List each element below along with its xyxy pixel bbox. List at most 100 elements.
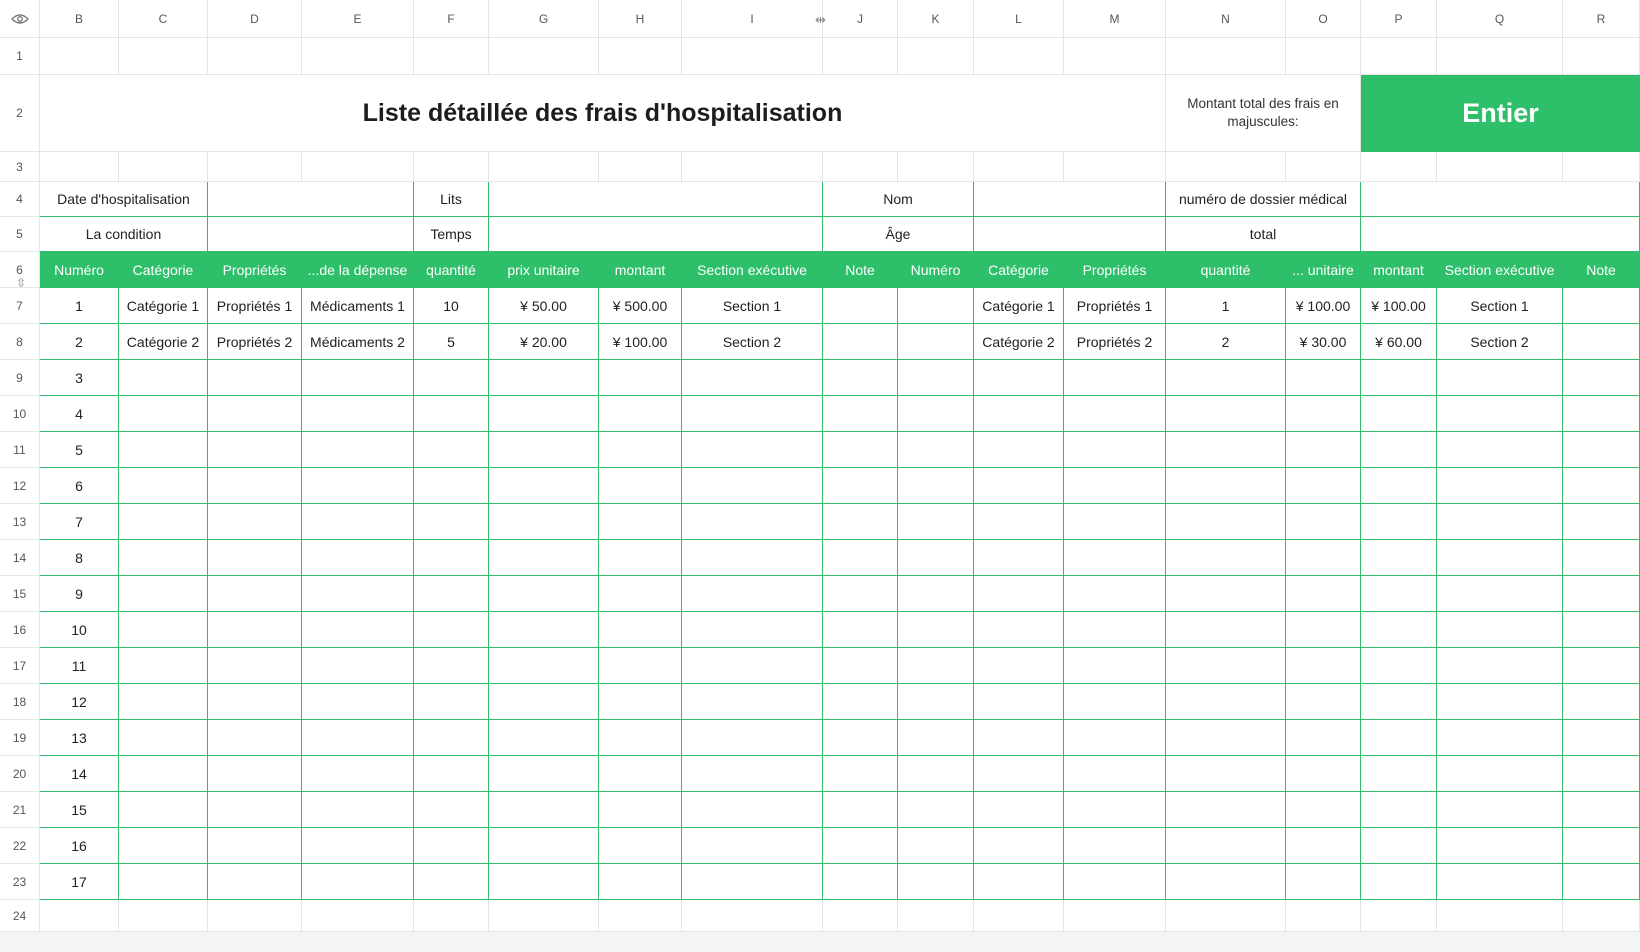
condition-value[interactable] xyxy=(208,217,414,252)
row-header-10[interactable]: 10 xyxy=(0,396,40,432)
table-cell[interactable] xyxy=(489,828,599,864)
table-cell[interactable]: ¥ 60.00 xyxy=(1361,324,1437,360)
table-cell[interactable] xyxy=(974,504,1064,540)
cell[interactable] xyxy=(1064,152,1166,182)
table-header-cell[interactable]: Numéro xyxy=(898,252,974,288)
cell[interactable] xyxy=(208,900,302,932)
table-cell[interactable] xyxy=(1166,828,1286,864)
table-cell[interactable]: ¥ 500.00 xyxy=(599,288,682,324)
table-cell[interactable] xyxy=(1437,540,1563,576)
table-cell[interactable] xyxy=(1437,792,1563,828)
table-cell[interactable] xyxy=(414,612,489,648)
table-cell[interactable] xyxy=(974,540,1064,576)
table-header-cell[interactable]: quantité xyxy=(1166,252,1286,288)
table-cell[interactable] xyxy=(208,864,302,900)
table-cell[interactable] xyxy=(823,360,898,396)
table-cell[interactable] xyxy=(974,576,1064,612)
row-header-16[interactable]: 16 xyxy=(0,612,40,648)
table-cell[interactable] xyxy=(898,648,974,684)
table-cell[interactable] xyxy=(682,720,823,756)
row-header-20[interactable]: 20 xyxy=(0,756,40,792)
column-header-l[interactable]: L xyxy=(974,0,1064,38)
table-cell[interactable] xyxy=(302,756,414,792)
nom-label[interactable]: Nom xyxy=(823,182,974,217)
table-cell[interactable] xyxy=(119,432,208,468)
column-header-h[interactable]: H xyxy=(599,0,682,38)
cell[interactable] xyxy=(1286,900,1361,932)
table-cell[interactable] xyxy=(208,360,302,396)
table-cell[interactable] xyxy=(599,828,682,864)
cell[interactable] xyxy=(414,152,489,182)
table-cell[interactable] xyxy=(1361,540,1437,576)
cell[interactable] xyxy=(823,38,898,75)
table-cell[interactable]: 17 xyxy=(40,864,119,900)
table-cell[interactable] xyxy=(823,432,898,468)
table-cell[interactable] xyxy=(823,612,898,648)
table-cell[interactable] xyxy=(1437,504,1563,540)
table-cell[interactable] xyxy=(414,828,489,864)
total-value[interactable] xyxy=(1361,217,1640,252)
table-cell[interactable] xyxy=(1064,864,1166,900)
table-cell[interactable] xyxy=(208,684,302,720)
table-cell[interactable]: 2 xyxy=(40,324,119,360)
table-cell[interactable] xyxy=(1166,468,1286,504)
table-cell[interactable] xyxy=(489,864,599,900)
table-cell[interactable] xyxy=(302,684,414,720)
table-cell[interactable] xyxy=(414,792,489,828)
table-cell[interactable] xyxy=(1166,360,1286,396)
cell[interactable] xyxy=(1437,38,1563,75)
row-header-19[interactable]: 19 xyxy=(0,720,40,756)
table-cell[interactable] xyxy=(208,612,302,648)
table-cell[interactable]: ¥ 100.00 xyxy=(599,324,682,360)
table-cell[interactable] xyxy=(414,720,489,756)
row-header-21[interactable]: 21 xyxy=(0,792,40,828)
row-header-3[interactable]: 3 xyxy=(0,152,40,182)
row-header-2[interactable]: 2 xyxy=(0,75,40,152)
cell[interactable] xyxy=(119,152,208,182)
table-header-cell[interactable]: ...de la dépense xyxy=(302,252,414,288)
table-cell[interactable] xyxy=(823,792,898,828)
table-cell[interactable] xyxy=(682,504,823,540)
table-cell[interactable] xyxy=(1361,504,1437,540)
table-cell[interactable] xyxy=(1437,576,1563,612)
cell[interactable] xyxy=(898,38,974,75)
condition-label[interactable]: La condition xyxy=(40,217,208,252)
column-header-o[interactable]: O xyxy=(1286,0,1361,38)
table-cell[interactable] xyxy=(1166,756,1286,792)
cell[interactable] xyxy=(599,38,682,75)
row-header-23[interactable]: 23 xyxy=(0,864,40,900)
cell[interactable] xyxy=(898,152,974,182)
column-header-i[interactable]: I xyxy=(682,0,823,38)
table-cell[interactable]: Médicaments 1 xyxy=(302,288,414,324)
table-cell[interactable] xyxy=(1064,432,1166,468)
table-cell[interactable] xyxy=(1563,324,1640,360)
nom-value[interactable] xyxy=(974,182,1166,217)
table-cell[interactable] xyxy=(414,504,489,540)
table-cell[interactable] xyxy=(1361,648,1437,684)
cell[interactable] xyxy=(682,38,823,75)
row-header-8[interactable]: 8 xyxy=(0,324,40,360)
column-header-f[interactable]: F xyxy=(414,0,489,38)
table-cell[interactable] xyxy=(1286,828,1361,864)
table-cell[interactable]: Catégorie 1 xyxy=(119,288,208,324)
cell[interactable] xyxy=(599,152,682,182)
table-cell[interactable] xyxy=(974,468,1064,504)
table-cell[interactable] xyxy=(1563,504,1640,540)
table-cell[interactable] xyxy=(599,432,682,468)
cell[interactable] xyxy=(302,900,414,932)
table-cell[interactable] xyxy=(1563,720,1640,756)
row-header-22[interactable]: 22 xyxy=(0,828,40,864)
table-cell[interactable]: 4 xyxy=(40,396,119,432)
table-cell[interactable] xyxy=(1064,540,1166,576)
cell[interactable] xyxy=(414,38,489,75)
table-cell[interactable] xyxy=(1361,792,1437,828)
table-cell[interactable] xyxy=(489,720,599,756)
table-cell[interactable] xyxy=(1286,396,1361,432)
table-cell[interactable] xyxy=(1286,504,1361,540)
age-label[interactable]: Âge xyxy=(823,217,974,252)
table-cell[interactable]: 16 xyxy=(40,828,119,864)
table-cell[interactable] xyxy=(119,756,208,792)
row-header-1[interactable]: 1 xyxy=(0,38,40,75)
cell[interactable] xyxy=(1361,38,1437,75)
table-cell[interactable] xyxy=(489,792,599,828)
